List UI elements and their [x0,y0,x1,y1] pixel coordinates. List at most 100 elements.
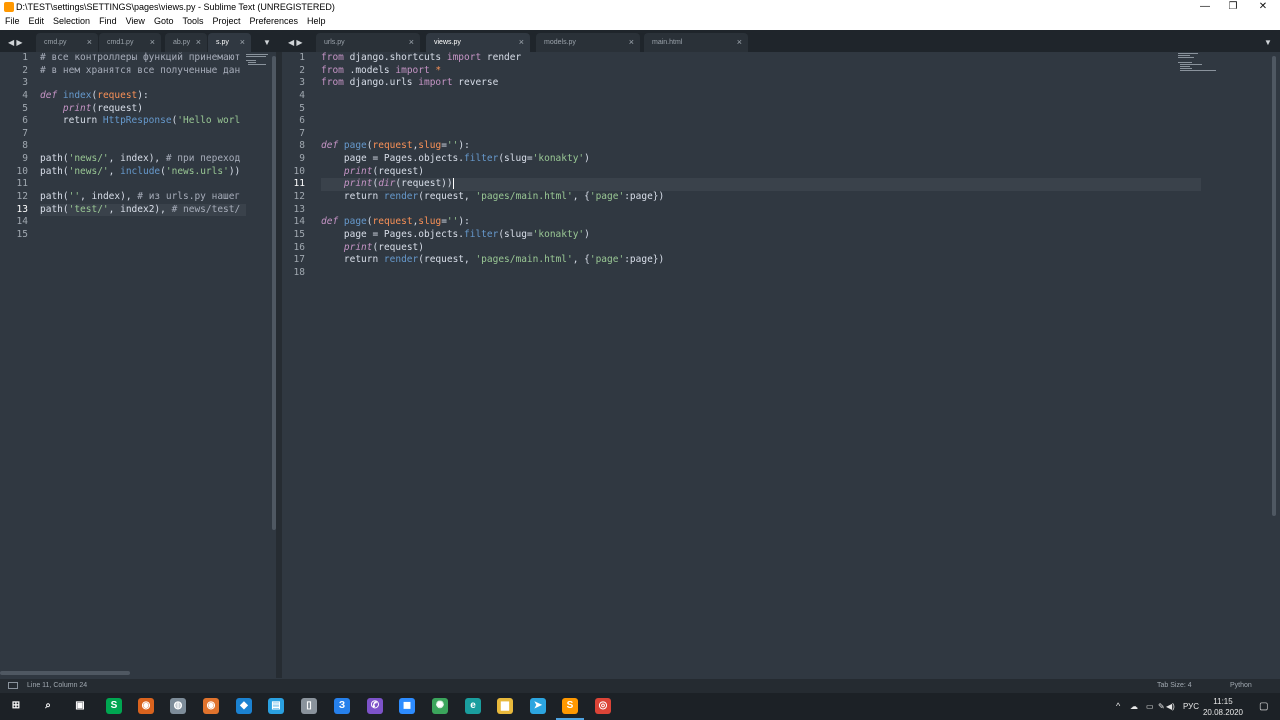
app-orange-icon[interactable]: ◉ [138,698,154,714]
code-line[interactable] [40,216,246,229]
code-line[interactable]: page = Pages.objects.filter(slug='konakt… [321,229,1201,242]
right-editor-pane[interactable]: 1 2 3 4 5 6 7 8 9 10 11 12 13 14 15 16 17 18 from django.… [282,52,1268,678]
tray-chevron-icon[interactable]: ^ [1116,693,1120,720]
menu-edit[interactable]: Edit [24,14,49,29]
app-three-icon[interactable]: З [334,698,350,714]
chrome-icon[interactable]: ◎ [595,698,611,714]
right-minimap[interactable] [1178,52,1218,74]
right-tab-0[interactable]: urls.py × [316,33,420,52]
code-line[interactable]: def page(request,slug=''): [321,216,1201,229]
tab-close-icon[interactable]: × [409,33,414,52]
code-line[interactable]: page = Pages.objects.filter(slug='konakt… [321,153,1201,166]
code-line[interactable]: # в нем хранятся все полученные дан [40,65,246,78]
notification-icon[interactable]: ▢ [1259,693,1268,720]
app-monitor-icon[interactable]: ▤ [268,698,284,714]
tray-pen-icon[interactable]: ✎ [1158,693,1165,720]
tab-close-icon[interactable]: × [150,33,155,52]
menu-find[interactable]: Find [94,14,121,29]
left-tab-1[interactable]: cmd1.py × [99,33,161,52]
code-line[interactable]: from .models import * [321,65,1201,78]
telegram-icon[interactable]: ➤ [530,698,546,714]
code-line[interactable]: print(dir(request)) [321,178,1201,192]
tab-close-icon[interactable]: × [737,33,742,52]
windows-start-icon[interactable]: ⊞ [8,698,24,714]
menu-view[interactable]: View [121,14,149,29]
code-line[interactable]: return render(request, 'pages/main.html'… [321,191,1201,204]
menu-selection[interactable]: Selection [48,14,94,29]
maximize-button[interactable]: ❐ [1218,0,1248,14]
console-toggle-icon[interactable] [8,682,18,689]
code-line[interactable] [321,115,1201,128]
menu-goto[interactable]: Goto [149,14,178,29]
tray-cloud-icon[interactable]: ☁ [1130,693,1138,720]
code-line[interactable] [321,90,1201,103]
code-line[interactable]: path('news/', index), # при переход [40,153,246,166]
menu-file[interactable]: File [0,14,24,29]
viber-icon[interactable]: ✆ [367,698,383,714]
code-line[interactable] [321,204,1201,217]
code-line[interactable]: path('test/', index2), # news/test/ [40,203,246,217]
code-line[interactable]: from django.urls import reverse [321,77,1201,90]
right-vertical-scrollbar[interactable] [1272,56,1276,516]
left-horizontal-scrollbar[interactable] [0,671,130,675]
app-blue-icon[interactable]: ◆ [236,698,252,714]
left-pane-nav-arrows[interactable]: ◀ ▶ [8,33,23,52]
app-gray-icon[interactable]: ◍ [170,698,186,714]
clock[interactable]: 11:15 20.08.2020 [1202,696,1244,718]
code-line[interactable]: print(request) [321,166,1201,179]
left-code-area[interactable]: # все контроллеры функций принемают # в н… [40,52,246,242]
tab-close-icon[interactable]: × [519,33,524,52]
sublime-icon[interactable]: S [562,698,578,714]
code-line[interactable]: def page(request,slug=''): [321,140,1201,153]
app-phone-icon[interactable]: ▯ [301,698,317,714]
minimize-button[interactable]: — [1190,0,1220,14]
menu-preferences[interactable]: Preferences [244,14,302,29]
right-tab-dropdown-icon[interactable]: ▼ [1264,33,1272,52]
left-editor-pane[interactable]: 1 2 3 4 5 6 7 8 9 10 11 12 13 14 15 # все контроллеры … [0,52,272,678]
left-tab-2[interactable]: ab.py × [165,33,207,52]
right-code-area[interactable]: from django.shortcuts import render from … [321,52,1201,280]
right-tab-1[interactable]: views.py × [426,33,530,52]
code-line[interactable] [40,77,246,90]
tab-close-icon[interactable]: × [87,33,92,52]
left-minimap[interactable] [246,53,272,71]
app-globe-icon[interactable]: ✺ [432,698,448,714]
app-fox-icon[interactable]: ◉ [203,698,219,714]
zoom-icon[interactable]: ◼ [399,698,415,714]
tray-battery-icon[interactable]: ▭ [1146,693,1154,720]
code-line[interactable] [40,140,246,153]
code-line[interactable]: path('', index), # из urls.py нашег [40,191,246,204]
task-view-icon[interactable]: ▣ [72,698,88,714]
search-icon[interactable]: ⌕ [40,698,56,714]
menu-tools[interactable]: Tools [177,14,207,29]
skype-icon[interactable]: S [106,698,122,714]
app-e-icon[interactable]: e [465,698,481,714]
code-line[interactable] [40,128,246,141]
tab-close-icon[interactable]: × [196,33,201,52]
code-line[interactable]: print(request) [40,103,246,116]
code-line[interactable]: def index(request): [40,90,246,103]
left-tab-0[interactable]: cmd.py × [36,33,98,52]
tab-close-icon[interactable]: × [629,33,634,52]
menu-project[interactable]: Project [207,14,244,29]
code-line[interactable] [321,103,1201,116]
close-button[interactable]: ✕ [1248,0,1278,14]
code-line[interactable] [321,267,1201,280]
code-line[interactable] [321,128,1201,141]
code-line[interactable]: # все контроллеры функций принемают [40,52,246,65]
tab-size-indicator[interactable]: Tab Size: 4 [1157,679,1192,693]
left-tab-3[interactable]: s.py × [208,33,251,52]
right-tab-2[interactable]: models.py × [536,33,640,52]
right-tab-3[interactable]: main.html × [644,33,748,52]
code-line[interactable]: return HttpResponse('Hello worl [40,115,246,128]
code-line[interactable]: print(request) [321,242,1201,255]
language-indicator[interactable]: РУС [1183,693,1199,720]
code-line[interactable]: from django.shortcuts import render [321,52,1201,65]
code-line[interactable]: return render(request, 'pages/main.html'… [321,254,1201,267]
tab-close-icon[interactable]: × [240,33,245,52]
left-tab-dropdown-icon[interactable]: ▼ [263,33,271,52]
code-line[interactable]: path('news/', include('news.urls')) [40,166,246,179]
right-pane-nav-arrows[interactable]: ◀ ▶ [288,33,303,52]
file-explorer-icon[interactable]: ▆ [497,698,513,714]
code-line[interactable] [40,178,246,191]
